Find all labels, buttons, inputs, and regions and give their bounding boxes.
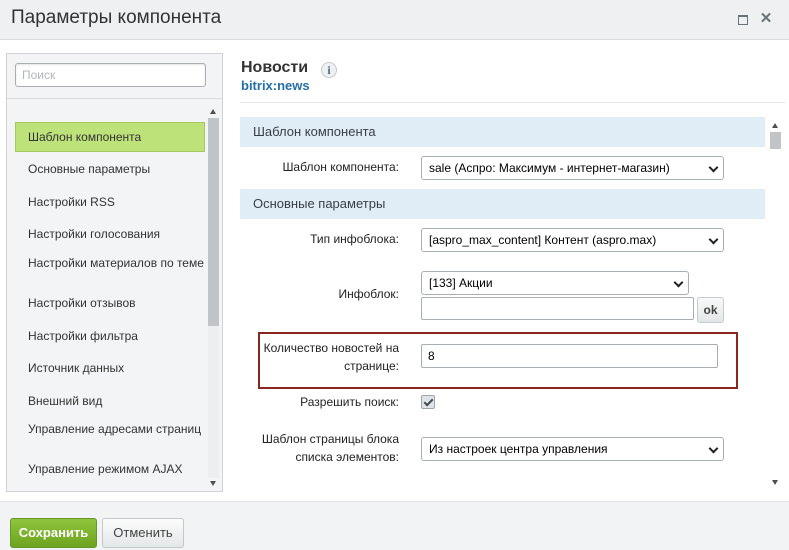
- iblock-id-input[interactable]: [421, 297, 694, 320]
- list-template-label-line2: списка элементов:: [295, 450, 399, 464]
- template-select-value: sale (Аспро: Максимум - интернет-магазин…: [429, 161, 670, 175]
- cancel-button[interactable]: Отменить: [102, 518, 184, 548]
- scroll-down-icon[interactable]: [772, 480, 778, 485]
- list-template-label-line1: Шаблон страницы блока: [261, 432, 399, 446]
- news-count-label-line1: Количество новостей на: [263, 341, 399, 355]
- iblock-type-select-value: [aspro_max_content] Контент (aspro.max): [429, 233, 657, 247]
- sidebar-item-reviews[interactable]: Настройки отзывов: [15, 297, 205, 310]
- search-input[interactable]: [15, 63, 206, 87]
- dialog-content: Шаблон компонента Основные параметры Нас…: [0, 40, 789, 501]
- sidebar-divider: [7, 98, 222, 99]
- sidebar-item-template[interactable]: Шаблон компонента: [15, 122, 205, 152]
- footer-bar: Сохранить Отменить: [0, 501, 789, 550]
- sidebar-item-basic[interactable]: Основные параметры: [15, 163, 205, 176]
- scroll-up-icon[interactable]: [772, 123, 778, 128]
- title-bar: Параметры компонента ✕: [0, 0, 789, 40]
- scroll-up-icon[interactable]: [210, 109, 216, 114]
- news-count-input[interactable]: [421, 344, 718, 368]
- sidebar-item-voting[interactable]: Настройки голосования: [15, 228, 205, 241]
- list-template-select[interactable]: Из настроек центра управления: [421, 437, 724, 461]
- sidebar-item-appearance[interactable]: Внешний вид: [15, 395, 205, 408]
- iblock-select-value: [133] Акции: [429, 276, 493, 290]
- section-basic: Основные параметры: [240, 189, 765, 219]
- scroll-down-icon[interactable]: [210, 481, 216, 486]
- component-header: Новости i bitrix:news: [241, 59, 337, 93]
- sidebar: Шаблон компонента Основные параметры Нас…: [6, 53, 223, 492]
- list-template-select-value: Из настроек центра управления: [429, 442, 608, 456]
- iblock-select[interactable]: [133] Акции: [421, 271, 689, 295]
- ok-button[interactable]: ok: [697, 297, 724, 323]
- iblock-label: Инфоблок:: [338, 287, 399, 301]
- section-template: Шаблон компонента: [240, 117, 765, 147]
- window-title: Параметры компонента: [11, 7, 222, 28]
- sidebar-item-urls[interactable]: Управление адресами страниц: [15, 423, 205, 436]
- scroll-thumb[interactable]: [208, 118, 219, 326]
- scroll-thumb[interactable]: [770, 132, 781, 149]
- sidebar-item-datasource[interactable]: Источник данных: [15, 362, 205, 375]
- iblock-type-label: Тип инфоблока:: [310, 232, 399, 246]
- sidebar-item-ajax[interactable]: Управление режимом AJAX: [15, 463, 205, 476]
- allow-search-label: Разрешить поиск:: [300, 395, 399, 409]
- sidebar-scrollbar[interactable]: [206, 106, 221, 489]
- template-select[interactable]: sale (Аспро: Максимум - интернет-магазин…: [421, 156, 724, 180]
- news-count-label-line2: странице:: [344, 359, 399, 373]
- close-icon[interactable]: ✕: [759, 11, 773, 26]
- template-label: Шаблон компонента:: [282, 160, 399, 174]
- component-code: bitrix:news: [241, 78, 310, 93]
- main-scrollbar[interactable]: [768, 120, 783, 488]
- allow-search-checkbox[interactable]: [421, 395, 435, 409]
- component-title: Новости: [241, 59, 309, 76]
- save-button[interactable]: Сохранить: [10, 518, 97, 548]
- maximize-icon[interactable]: [735, 12, 749, 26]
- info-icon[interactable]: i: [321, 62, 337, 78]
- sidebar-item-filter[interactable]: Настройки фильтра: [15, 330, 205, 343]
- sidebar-item-rss[interactable]: Настройки RSS: [15, 196, 205, 209]
- header-divider: [240, 102, 785, 103]
- sidebar-item-related[interactable]: Настройки материалов по теме: [15, 257, 205, 270]
- iblock-type-select[interactable]: [aspro_max_content] Контент (aspro.max): [421, 228, 724, 252]
